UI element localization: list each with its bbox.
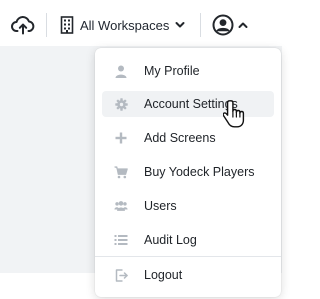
person-icon [114,64,128,78]
plus-icon [114,131,128,145]
menu-item-audit-log[interactable]: Audit Log [102,227,274,253]
menu-item-label: My Profile [144,64,200,78]
menu-item-label: Audit Log [144,233,197,247]
menu-item-label: Add Screens [144,131,216,145]
header-divider [46,13,47,37]
building-icon [60,16,74,34]
menu-item-account-settings[interactable]: Account Settings [102,91,274,117]
menu-item-logout[interactable]: Logout [102,262,274,288]
menu-item-my-profile[interactable]: My Profile [102,58,274,84]
cart-icon [114,165,128,179]
user-menu-button[interactable] [212,13,248,37]
menu-item-label: Users [144,199,177,213]
menu-item-buy-yodeck-players[interactable]: Buy Yodeck Players [102,159,274,185]
list-icon [114,233,128,247]
app-window: All Workspaces My Profile Account Settin… [0,0,282,299]
logout-icon [114,268,128,282]
menu-divider [95,256,281,257]
users-icon [114,199,128,213]
gear-icon [114,97,128,111]
user-dropdown-menu: My Profile Account Settings Add Screens … [95,48,281,297]
menu-item-label: Buy Yodeck Players [144,165,255,179]
header-divider [200,13,201,37]
menu-item-add-screens[interactable]: Add Screens [102,125,274,151]
menu-item-users[interactable]: Users [102,193,274,219]
hand-pointer-cursor [222,99,245,129]
upload-button[interactable] [10,13,36,37]
chevron-down-icon [175,21,185,29]
workspace-label: All Workspaces [80,17,170,33]
user-circle-icon [212,14,234,36]
cloud-upload-icon [11,15,35,35]
menu-item-label: Logout [144,268,183,282]
workspace-selector[interactable]: All Workspaces [60,12,185,38]
chevron-up-icon [238,21,248,29]
top-bar: All Workspaces [0,0,282,46]
